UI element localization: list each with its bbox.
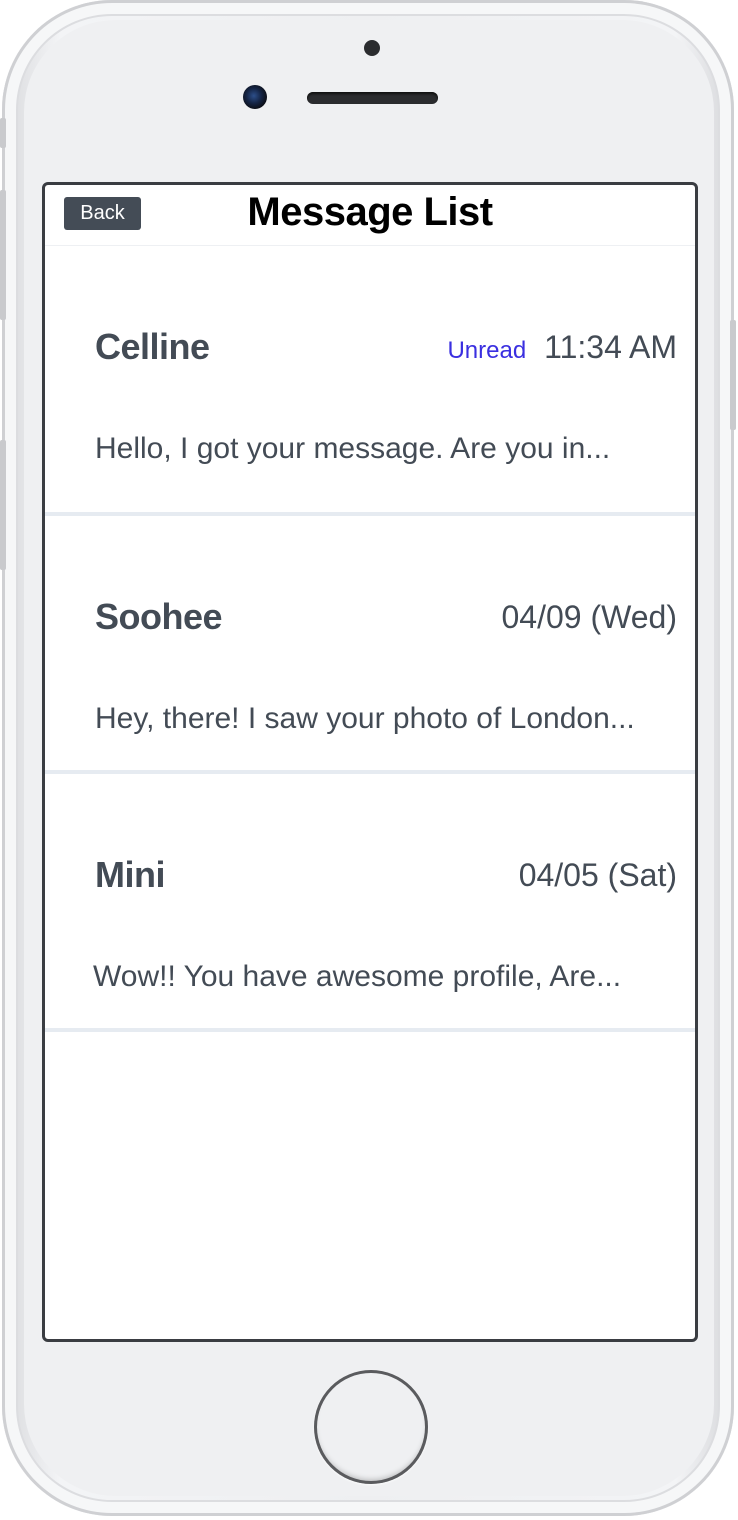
- home-button-icon[interactable]: [314, 1370, 428, 1484]
- message-list: Celline Unread 11:34 AM Hello, I got you…: [45, 246, 695, 1032]
- volume-up-button: [0, 190, 6, 320]
- message-preview: Hey, there! I saw your photo of London..…: [95, 702, 635, 735]
- message-time: 04/05 (Sat): [518, 857, 677, 893]
- side-button: [0, 118, 6, 148]
- message-row-mini[interactable]: Mini 04/05 (Sat) Wow!! You have awesome …: [45, 774, 695, 1032]
- message-meta: 04/09 (Wed): [502, 599, 678, 636]
- message-time: 04/09 (Wed): [501, 599, 678, 635]
- message-meta: 04/05 (Sat): [519, 857, 677, 894]
- message-preview: Wow!! You have awesome profile, Are...: [93, 960, 622, 993]
- sender-name: Soohee: [95, 596, 223, 637]
- app-header: Back Message List: [45, 185, 695, 246]
- volume-down-button: [0, 440, 6, 570]
- message-preview: Hello, I got your message. Are you in...: [95, 432, 611, 465]
- message-time: 11:34 AM: [544, 329, 677, 365]
- proximity-sensor: [364, 40, 380, 56]
- power-button: [730, 320, 736, 430]
- message-row-soohee[interactable]: Soohee 04/09 (Wed) Hey, there! I saw you…: [45, 516, 695, 774]
- unread-badge: Unread: [447, 337, 527, 364]
- screen: Back Message List Celline Unread 11:34 A…: [42, 182, 698, 1342]
- page-title: Message List: [247, 190, 493, 234]
- back-button[interactable]: Back: [64, 197, 141, 230]
- front-camera-icon: [243, 85, 267, 109]
- earpiece-speaker: [307, 92, 438, 104]
- sender-name: Celline: [95, 326, 210, 367]
- message-meta: Unread 11:34 AM: [447, 329, 677, 366]
- message-row-celline[interactable]: Celline Unread 11:34 AM Hello, I got you…: [45, 246, 695, 516]
- sender-name: Mini: [95, 854, 165, 895]
